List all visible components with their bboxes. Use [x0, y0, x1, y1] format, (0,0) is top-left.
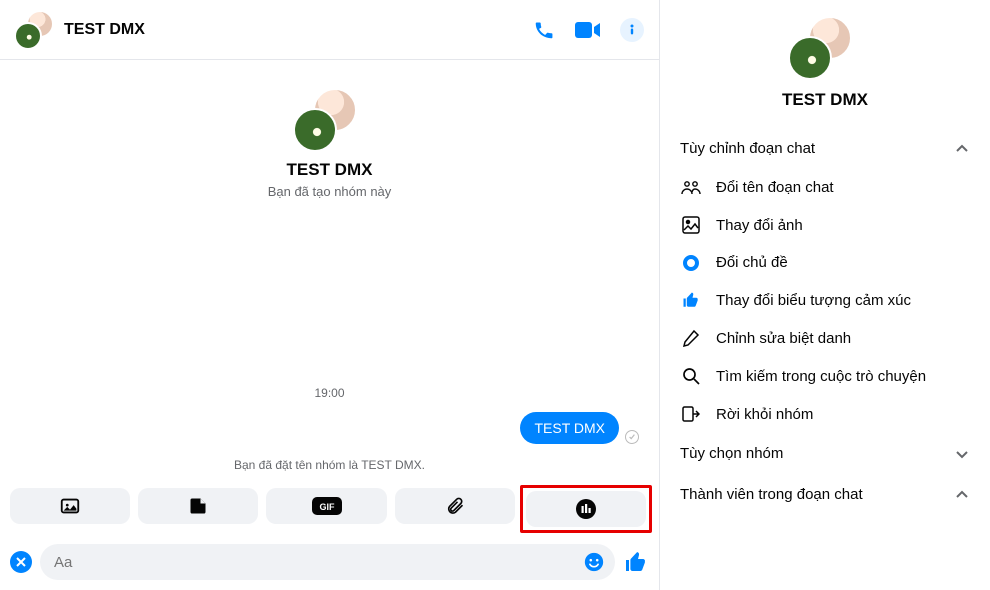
system-message: Bạn đã đặt tên nhóm là TEST DMX.: [234, 458, 425, 472]
info-icon: [620, 18, 644, 42]
chat-title[interactable]: TEST DMX: [64, 21, 145, 39]
section-group-options[interactable]: Tùy chọn nhóm: [676, 433, 974, 474]
phone-icon: [533, 19, 555, 41]
group-avatar[interactable]: [14, 10, 54, 50]
side-hero: TEST DMX: [676, 16, 974, 110]
photo-icon: [59, 495, 81, 517]
video-call-button[interactable]: [575, 17, 601, 43]
group-subtitle: Bạn đã tạo nhóm này: [268, 184, 392, 199]
avatar-member-2: [788, 36, 832, 80]
option-change-photo[interactable]: Thay đổi ảnh: [676, 206, 974, 244]
side-title: TEST DMX: [782, 90, 868, 110]
attach-gif-button[interactable]: GIF: [266, 488, 386, 524]
delivered-icon: [625, 430, 639, 444]
option-leave-group[interactable]: Rời khỏi nhóm: [676, 395, 974, 433]
group-name: TEST DMX: [287, 160, 373, 180]
section-label: Tùy chỉnh đoạn chat: [680, 140, 815, 157]
svg-text:GIF: GIF: [319, 502, 335, 512]
section-label: Tùy chọn nhóm: [680, 445, 783, 462]
time-label: 19:00: [314, 386, 344, 400]
paperclip-icon: [445, 496, 465, 516]
attach-sticker-button[interactable]: [138, 488, 258, 524]
close-icon: [15, 556, 27, 568]
group-avatar-large: [293, 88, 357, 152]
composer: [0, 538, 659, 590]
audio-call-button[interactable]: [531, 17, 557, 43]
search-icon: [680, 367, 702, 385]
people-icon: [680, 180, 702, 196]
cancel-button[interactable]: [10, 551, 32, 573]
video-icon: [575, 20, 601, 40]
chevron-up-icon: [954, 141, 970, 157]
option-edit-nicknames[interactable]: Chỉnh sửa biệt danh: [676, 319, 974, 357]
option-label: Rời khỏi nhóm: [716, 406, 813, 423]
like-button[interactable]: [623, 549, 649, 575]
section-customize-chat[interactable]: Tùy chỉnh đoạn chat: [676, 128, 974, 169]
message-bubble[interactable]: TEST DMX: [520, 412, 619, 444]
smiley-icon: [583, 551, 605, 573]
section-members[interactable]: Thành viên trong đoạn chat: [676, 474, 974, 515]
chat-body: TEST DMX Bạn đã tạo nhóm này 19:00 TEST …: [0, 60, 659, 488]
option-label: Đổi tên đoạn chat: [716, 179, 834, 196]
option-label: Thay đổi biểu tượng cảm xúc: [716, 292, 911, 309]
avatar-member-2: [293, 108, 337, 152]
image-icon: [680, 216, 702, 234]
message-row: TEST DMX: [0, 412, 659, 450]
chevron-down-icon: [954, 446, 970, 462]
pencil-icon: [680, 329, 702, 347]
chevron-up-icon: [954, 487, 970, 503]
poll-highlight: [520, 485, 652, 533]
thumbs-up-icon: [624, 550, 648, 574]
thumbs-up-icon: [680, 291, 702, 309]
attach-photo-button[interactable]: [10, 488, 130, 524]
theme-icon: [680, 255, 702, 271]
side-pane: TEST DMX Tùy chỉnh đoạn chat Đổi tên đoạ…: [660, 0, 990, 590]
poll-icon: [576, 499, 596, 519]
chat-header: TEST DMX: [0, 0, 659, 60]
sticker-icon: [188, 496, 208, 516]
gif-icon: GIF: [312, 497, 342, 515]
attach-poll-button[interactable]: [526, 491, 646, 527]
option-label: Thay đổi ảnh: [716, 217, 803, 234]
option-rename-chat[interactable]: Đổi tên đoạn chat: [676, 169, 974, 206]
option-search-chat[interactable]: Tìm kiếm trong cuộc trò chuyện: [676, 357, 974, 395]
option-change-theme[interactable]: Đổi chủ đề: [676, 244, 974, 281]
info-button[interactable]: [619, 17, 645, 43]
option-label: Đổi chủ đề: [716, 254, 788, 271]
chat-pane: TEST DMX TEST DMX Bạ: [0, 0, 660, 590]
timeline: 19:00 TEST DMX Bạn đã đặt tên nhóm là TE…: [0, 386, 659, 488]
attach-file-button[interactable]: [395, 488, 515, 524]
option-change-emoji[interactable]: Thay đổi biểu tượng cảm xúc: [676, 281, 974, 319]
avatar-member-2: [14, 22, 42, 50]
attachment-row: GIF: [0, 488, 659, 538]
option-label: Tìm kiếm trong cuộc trò chuyện: [716, 368, 926, 385]
group-avatar-side[interactable]: [788, 16, 852, 80]
leave-icon: [680, 405, 702, 423]
emoji-button[interactable]: [583, 551, 605, 573]
message-input[interactable]: [40, 544, 615, 580]
option-label: Chỉnh sửa biệt danh: [716, 330, 851, 347]
section-label: Thành viên trong đoạn chat: [680, 486, 863, 503]
